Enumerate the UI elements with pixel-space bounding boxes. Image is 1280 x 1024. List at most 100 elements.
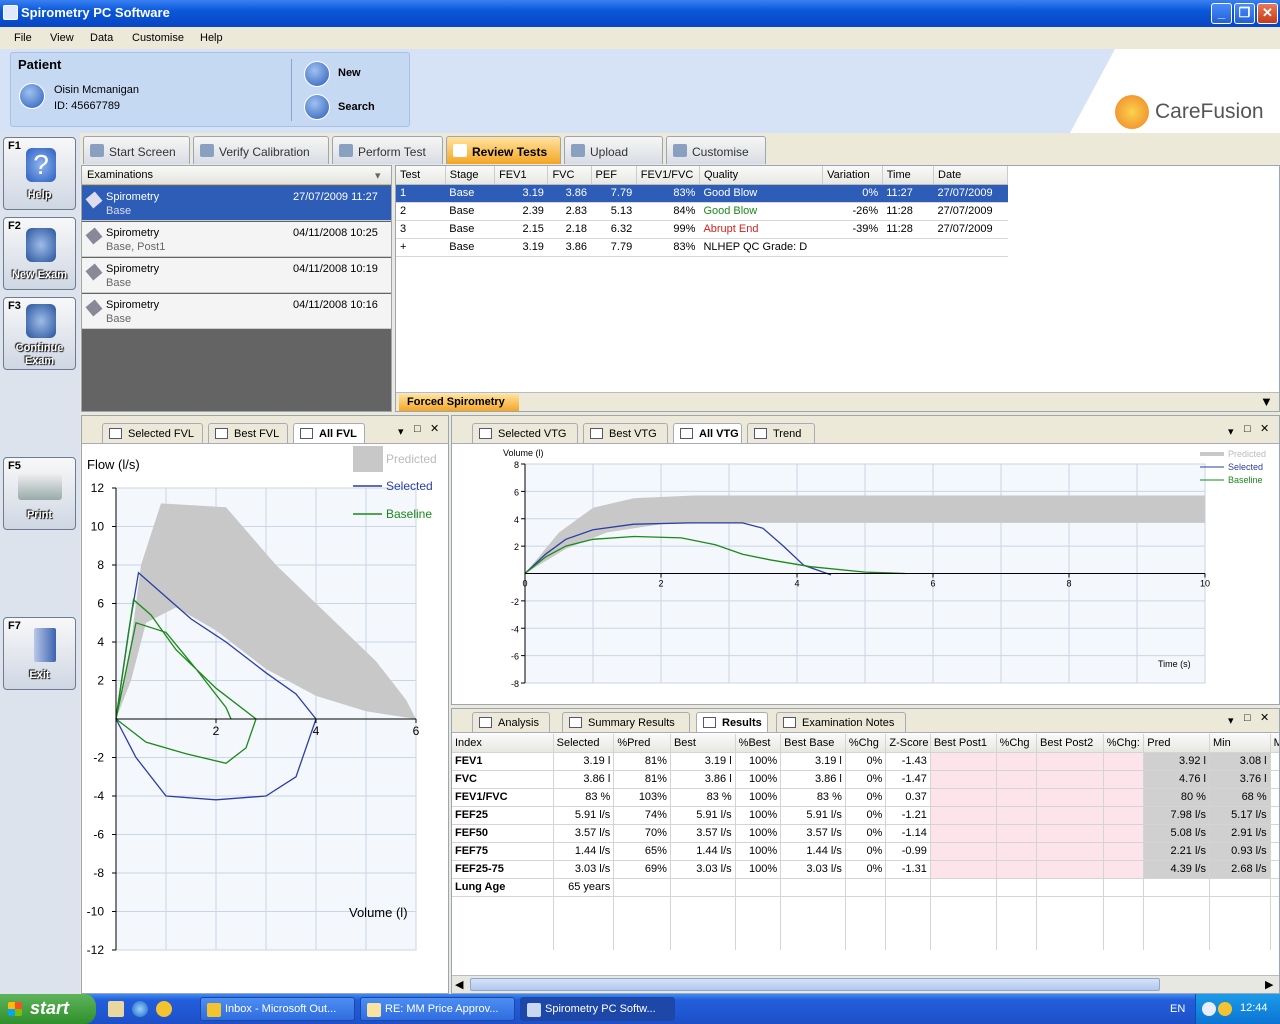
maximize-button[interactable]: ❐ — [1234, 3, 1255, 24]
exit-key[interactable]: F7 Exit — [3, 617, 76, 690]
tab-perform-test[interactable]: Perform Test — [332, 136, 443, 164]
tab-customise[interactable]: Customise — [666, 136, 766, 164]
maximize-pane-icon[interactable]: □ — [1244, 423, 1251, 435]
results-row[interactable]: FEF25-75 3.03 l/s 69% 3.03 l/s 100% 3.03 l/s 0… — [452, 860, 1279, 879]
column-header[interactable]: Variation — [822, 166, 883, 185]
search-patient-button[interactable]: Search — [338, 101, 375, 113]
menu-customise[interactable]: Customise — [132, 32, 184, 44]
tab-examination-notes[interactable]: Examination Notes — [776, 712, 906, 732]
results-column-header[interactable]: %Pred — [613, 734, 671, 753]
dropdown-arrow-icon[interactable]: ▾ — [375, 169, 381, 182]
tab-all-fvl[interactable]: All FVL — [293, 423, 365, 443]
column-header[interactable]: Quality — [699, 166, 824, 185]
column-header[interactable]: FEV1/FVC — [636, 166, 700, 185]
results-column-header[interactable]: %Chg — [996, 734, 1038, 753]
tab-start-screen[interactable]: Start Screen — [83, 136, 190, 164]
menu-help[interactable]: Help — [200, 32, 223, 44]
column-header[interactable]: Stage — [445, 166, 496, 185]
column-header[interactable]: FEV1 — [494, 166, 549, 185]
results-column-header[interactable]: Z-Score — [885, 734, 931, 753]
collapse-arrow-icon[interactable]: ▼ — [1260, 394, 1273, 409]
test-row[interactable]: 1 Base 3.19 3.86 7.79 83% Good Blow 0% 11:27 27/0… — [396, 184, 1008, 203]
close-button[interactable]: ✕ — [1257, 3, 1278, 24]
task-email[interactable]: RE: MM Price Approv... — [360, 997, 515, 1021]
tab-best-vtg[interactable]: Best VTG — [583, 423, 668, 443]
menu-view[interactable]: View — [50, 32, 74, 44]
scroll-left-icon[interactable]: ◀ — [455, 978, 463, 991]
dropdown-icon[interactable]: ▾ — [1228, 425, 1234, 438]
results-column-header[interactable]: Best Post2 — [1036, 734, 1104, 753]
dropdown-icon[interactable]: ▾ — [398, 425, 404, 438]
maximize-pane-icon[interactable]: □ — [1244, 712, 1251, 724]
results-row[interactable]: Lung Age 65 years — [452, 878, 1279, 897]
test-row[interactable]: 2 Base 2.39 2.83 5.13 84% Good Blow -26% 11:28 27… — [396, 202, 1008, 221]
column-header[interactable]: FVC — [547, 166, 592, 185]
tab-analysis[interactable]: Analysis — [472, 712, 550, 732]
minimize-button[interactable]: _ — [1211, 3, 1232, 24]
tray-icon[interactable] — [1202, 1002, 1216, 1016]
tab-all-vtg[interactable]: All VTG — [673, 423, 742, 443]
examination-item[interactable]: Spirometry Base 04/11/2008 10:19 — [82, 258, 391, 293]
menu-data[interactable]: Data — [90, 32, 113, 44]
tray-outlook-icon[interactable] — [1218, 1002, 1232, 1016]
results-row[interactable]: FEF75 1.44 l/s 65% 1.44 l/s 100% 1.44 l/s 0% -0… — [452, 842, 1279, 861]
results-column-header[interactable]: Selected — [553, 734, 615, 753]
search-icon[interactable] — [304, 94, 330, 120]
tab-best-fvl[interactable]: Best FVL — [208, 423, 288, 443]
results-column-header[interactable]: %Chg: — [1103, 734, 1145, 753]
horizontal-scrollbar[interactable]: ◀ ▶ — [452, 975, 1279, 993]
results-column-header[interactable]: %Chg — [845, 734, 887, 753]
tab-selected-fvl[interactable]: Selected FVL — [102, 423, 203, 443]
results-row[interactable]: FEV1/FVC 83 % 103% 83 % 100% 83 % 0% 0.37 80 % 68… — [452, 788, 1279, 807]
results-row[interactable]: FEF50 3.57 l/s 70% 3.57 l/s 100% 3.57 l/s 0% -1… — [452, 824, 1279, 843]
close-pane-icon[interactable]: ✕ — [430, 422, 439, 435]
results-row[interactable]: FEF25 5.91 l/s 74% 5.91 l/s 100% 5.91 l/s 0% -1… — [452, 806, 1279, 825]
task-spirometry[interactable]: Spirometry PC Softw... — [520, 997, 675, 1021]
tab-upload[interactable]: Upload — [564, 136, 663, 164]
tab-trend[interactable]: Trend — [747, 423, 815, 443]
tab-verify-calibration[interactable]: Verify Calibration — [193, 136, 329, 164]
menu-file[interactable]: File — [14, 32, 32, 44]
examination-item[interactable]: Spirometry Base, Post1 04/11/2008 10:25 — [82, 222, 391, 257]
forced-spirometry-tab[interactable]: Forced Spirometry — [399, 394, 519, 411]
results-column-header[interactable]: M — [1270, 734, 1279, 753]
help-key[interactable]: F1 ? Help — [3, 137, 76, 210]
quicklaunch-book-icon[interactable] — [108, 1001, 124, 1017]
results-column-header[interactable]: Index — [452, 734, 554, 753]
column-header[interactable]: Date — [933, 166, 1008, 185]
results-column-header[interactable]: Pred — [1143, 734, 1210, 753]
new-exam-key[interactable]: F2 New Exam — [3, 217, 76, 290]
tab-results[interactable]: Results — [696, 712, 768, 732]
scroll-thumb[interactable] — [470, 978, 1160, 991]
outlook-icon[interactable] — [156, 1001, 172, 1017]
examinations-header[interactable]: Examinations ▾ — [82, 166, 391, 185]
close-pane-icon[interactable]: ✕ — [1260, 711, 1269, 724]
examination-item[interactable]: Spirometry Base 27/07/2009 11:27 — [82, 186, 391, 221]
results-row[interactable]: FVC 3.86 l 81% 3.86 l 100% 3.86 l 0% -1.47 4.76 … — [452, 770, 1279, 789]
results-column-header[interactable]: Min — [1209, 734, 1271, 753]
test-row[interactable]: 3 Base 2.15 2.18 6.32 99% Abrupt End -39% 11:28 2… — [396, 220, 1008, 239]
start-button[interactable]: start — [0, 994, 96, 1024]
language-indicator[interactable]: EN — [1170, 1003, 1185, 1015]
tab-selected-vtg[interactable]: Selected VTG — [472, 423, 578, 443]
results-column-header[interactable]: %Best — [735, 734, 782, 753]
tab-review-tests[interactable]: Review Tests — [446, 136, 561, 164]
results-column-header[interactable]: Best Post1 — [930, 734, 997, 753]
examination-item[interactable]: Spirometry Base 04/11/2008 10:16 — [82, 294, 391, 329]
new-patient-icon[interactable] — [304, 61, 330, 87]
continue-exam-key[interactable]: F3 Continue Exam — [3, 297, 76, 370]
print-key[interactable]: F5 Print — [3, 457, 76, 530]
results-row[interactable]: FEV1 3.19 l 81% 3.19 l 100% 3.19 l 0% -1.43 3.92… — [452, 752, 1279, 771]
dropdown-icon[interactable]: ▾ — [1228, 714, 1234, 727]
results-column-header[interactable]: Best Base — [780, 734, 846, 753]
results-column-header[interactable]: Best — [670, 734, 736, 753]
new-patient-button[interactable]: New — [338, 67, 361, 79]
column-header[interactable]: Time — [882, 166, 935, 185]
close-pane-icon[interactable]: ✕ — [1260, 422, 1269, 435]
column-header[interactable]: PEF — [591, 166, 637, 185]
task-inbox[interactable]: Inbox - Microsoft Out... — [200, 997, 355, 1021]
maximize-pane-icon[interactable]: □ — [414, 423, 421, 435]
internet-explorer-icon[interactable] — [132, 1001, 148, 1017]
column-header[interactable]: Test — [396, 166, 446, 185]
scroll-right-icon[interactable]: ▶ — [1265, 978, 1273, 991]
